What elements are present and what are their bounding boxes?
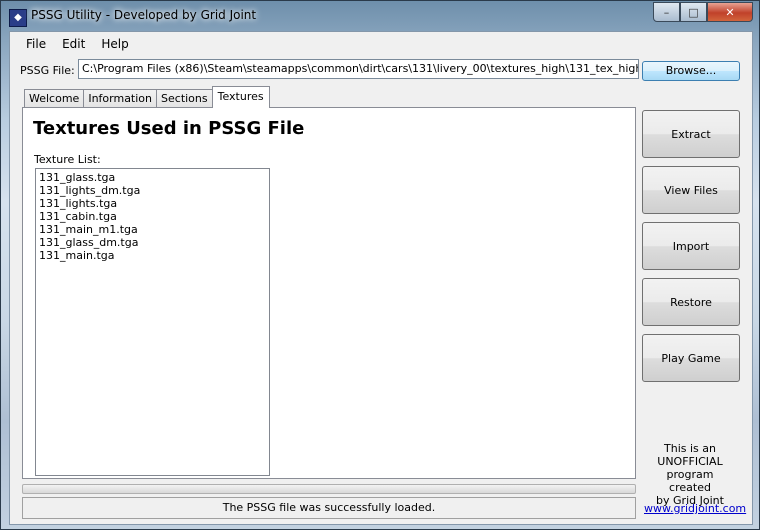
menu-help[interactable]: Help (93, 37, 136, 51)
view-files-button[interactable]: View Files (642, 166, 740, 214)
status-bar: The PSSG file was successfully loaded. (22, 497, 636, 519)
panel-heading: Textures Used in PSSG File (33, 118, 305, 139)
list-item[interactable]: 131_cabin.tga (39, 210, 266, 223)
maximize-button[interactable]: □ (680, 2, 707, 22)
list-item[interactable]: 131_glass_dm.tga (39, 236, 266, 249)
extract-button[interactable]: Extract (642, 110, 740, 158)
app-window: ◆ PSSG Utility - Developed by Grid Joint… (0, 0, 760, 530)
title-bar[interactable]: ◆ PSSG Utility - Developed by Grid Joint… (1, 1, 759, 31)
pssg-file-path-input[interactable]: C:\Program Files (x86)\Steam\steamapps\c… (78, 59, 639, 79)
list-item[interactable]: 131_glass.tga (39, 171, 266, 184)
texture-list-label: Texture List: (34, 153, 101, 166)
restore-button[interactable]: Restore (642, 278, 740, 326)
client-area: File Edit Help PSSG File: C:\Program Fil… (9, 31, 753, 525)
list-item[interactable]: 131_lights_dm.tga (39, 184, 266, 197)
list-item[interactable]: 131_lights.tga (39, 197, 266, 210)
notice-line: This is an (664, 442, 716, 455)
notice-line: program created (666, 468, 714, 494)
textures-panel: Textures Used in PSSG File Texture List:… (22, 107, 636, 479)
browse-button[interactable]: Browse... (642, 61, 740, 81)
tab-textures[interactable]: Textures (211, 86, 270, 108)
tab-strip: Welcome Information Sections Textures (24, 86, 270, 108)
close-button[interactable]: ✕ (707, 2, 753, 22)
menu-bar: File Edit Help (10, 32, 137, 56)
notice-line: UNOFFICIAL (657, 455, 723, 468)
progress-bar (22, 484, 636, 494)
list-item[interactable]: 131_main_m1.tga (39, 223, 266, 236)
tab-sections[interactable]: Sections (156, 89, 213, 108)
minimize-button[interactable]: – (653, 2, 680, 22)
menu-edit[interactable]: Edit (54, 37, 93, 51)
tab-information[interactable]: Information (83, 89, 158, 108)
list-item[interactable]: 131_main.tga (39, 249, 266, 262)
window-controls: – □ ✕ (653, 2, 753, 22)
website-link[interactable]: www.gridjoint.com (644, 502, 746, 515)
play-game-button[interactable]: Play Game (642, 334, 740, 382)
unofficial-notice: This is an UNOFFICIAL program created by… (644, 442, 736, 507)
tab-welcome[interactable]: Welcome (24, 89, 85, 108)
pssg-file-label: PSSG File: (20, 64, 75, 77)
app-icon[interactable]: ◆ (9, 9, 27, 27)
menu-file[interactable]: File (18, 37, 54, 51)
texture-list[interactable]: 131_glass.tga 131_lights_dm.tga 131_ligh… (35, 168, 270, 476)
window-title: PSSG Utility - Developed by Grid Joint (31, 8, 257, 22)
import-button[interactable]: Import (642, 222, 740, 270)
